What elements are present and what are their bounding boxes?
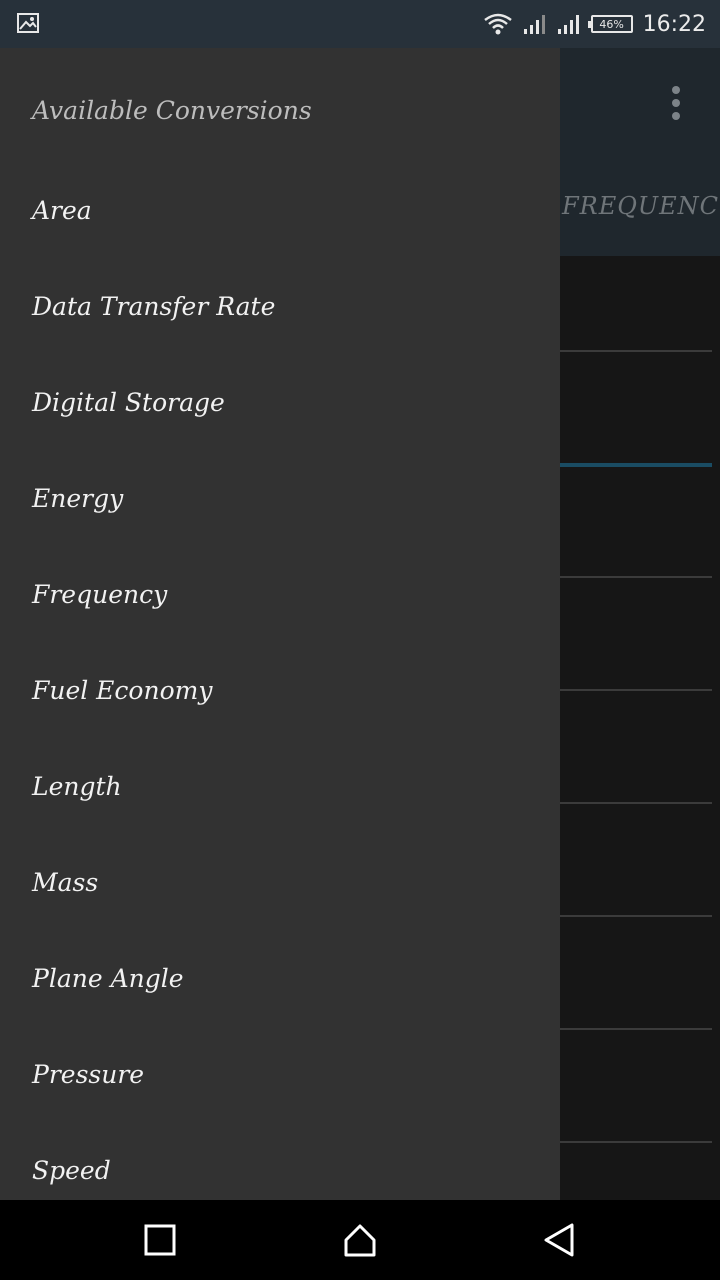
drawer-item-plane-angle[interactable]: Plane Angle <box>0 930 560 1026</box>
status-bar: 46% 16:22 <box>0 0 720 48</box>
image-notification-icon <box>17 13 39 33</box>
content-divider <box>560 802 712 804</box>
navigation-drawer: Available Conversions Area Data Transfer… <box>0 48 560 1200</box>
drawer-item-label: Mass <box>32 868 99 897</box>
drawer-item-energy[interactable]: Energy <box>0 450 560 546</box>
drawer-item-label: Pressure <box>32 1060 145 1089</box>
drawer-item-length[interactable]: Length <box>0 738 560 834</box>
system-nav-bar <box>0 1200 720 1280</box>
content-divider <box>560 689 712 691</box>
content-divider <box>560 350 712 352</box>
home-icon[interactable] <box>340 1220 380 1260</box>
drawer-item-label: Digital Storage <box>32 388 225 417</box>
signal-2-icon <box>557 15 579 34</box>
drawer-item-mass[interactable]: Mass <box>0 834 560 930</box>
signal-1-icon <box>523 15 545 34</box>
drawer-item-fuel-economy[interactable]: Fuel Economy <box>0 642 560 738</box>
content-divider <box>560 1141 712 1143</box>
drawer-item-label: Area <box>32 196 92 225</box>
drawer-item-label: Speed <box>32 1156 111 1185</box>
drawer-item-digital-storage[interactable]: Digital Storage <box>0 354 560 450</box>
back-icon[interactable] <box>540 1220 580 1260</box>
drawer-item-pressure[interactable]: Pressure <box>0 1026 560 1122</box>
drawer-item-label: Energy <box>32 484 124 513</box>
status-clock: 16:22 <box>642 11 706 37</box>
content-divider <box>560 1028 712 1030</box>
content-divider <box>560 576 712 578</box>
drawer-item-label: Fuel Economy <box>32 676 213 705</box>
more-vert-icon[interactable] <box>666 86 686 126</box>
drawer-item-label: Plane Angle <box>32 964 184 993</box>
drawer-item-label: Frequency <box>32 580 168 609</box>
battery-percent: 46% <box>599 17 624 31</box>
drawer-item-label: Data Transfer Rate <box>32 292 276 321</box>
input-underline <box>560 463 712 467</box>
recents-icon[interactable] <box>140 1220 180 1260</box>
tab-frequency[interactable]: FREQUENCY <box>562 192 720 220</box>
drawer-item-frequency[interactable]: Frequency <box>0 546 560 642</box>
wifi-icon <box>483 13 512 35</box>
content-divider <box>560 915 712 917</box>
drawer-item-label: Length <box>32 772 122 801</box>
drawer-item-data-transfer-rate[interactable]: Data Transfer Rate <box>0 258 560 354</box>
battery-icon: 46% <box>587 15 633 33</box>
drawer-header: Available Conversions <box>32 96 312 125</box>
drawer-item-area[interactable]: Area <box>0 162 560 258</box>
